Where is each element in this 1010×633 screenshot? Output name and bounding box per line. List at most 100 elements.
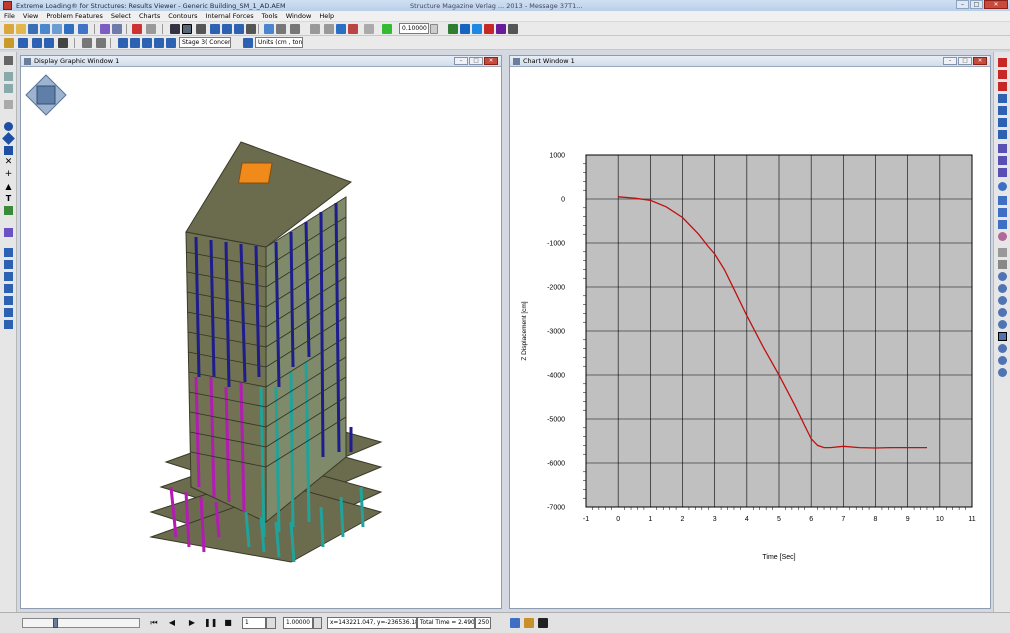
rotate-view-icon[interactable] <box>998 356 1007 365</box>
layer-2-icon[interactable] <box>4 260 13 269</box>
units-icon[interactable] <box>243 38 253 48</box>
layer-3-icon[interactable] <box>4 272 13 281</box>
globe-icon[interactable] <box>998 182 1007 191</box>
menu-file[interactable]: File <box>0 12 19 20</box>
displacement-chart[interactable]: -1 0 1 2 3 4 5 6 7 8 9 10 11 1000 0 -1000 -2000 -3000 -40… <box>510 67 990 607</box>
maximize-button[interactable]: □ <box>970 0 983 9</box>
menu-help[interactable]: Help <box>315 12 338 20</box>
element-view-icon[interactable] <box>32 38 42 48</box>
text-icon[interactable]: T <box>4 194 13 203</box>
layer-1-icon[interactable] <box>4 248 13 257</box>
triangle-icon[interactable]: ▲ <box>4 182 13 191</box>
pause-icon[interactable]: ❚❚ <box>204 617 217 629</box>
rotate-icon[interactable] <box>96 38 106 48</box>
link-icon[interactable] <box>310 24 320 34</box>
step-back-icon[interactable]: ◀ <box>166 617 178 629</box>
graphic-window-restore-button[interactable]: □ <box>469 57 483 65</box>
measure-icon[interactable] <box>264 24 274 34</box>
animation-icon[interactable] <box>146 24 156 34</box>
zoom-dynamic-icon[interactable] <box>998 220 1007 229</box>
save-icon[interactable] <box>28 24 38 34</box>
zoom-window-icon[interactable] <box>998 208 1007 217</box>
top-view-icon[interactable] <box>210 24 220 34</box>
red-cube-3-icon[interactable] <box>998 82 1007 91</box>
square-icon[interactable] <box>4 146 13 155</box>
chart-window-minimize-button[interactable]: – <box>943 57 957 65</box>
frame-spinner-icon[interactable] <box>266 617 276 629</box>
blue-cube-4-icon[interactable] <box>998 130 1007 139</box>
pan-icon[interactable] <box>998 248 1007 257</box>
close-button[interactable]: ✕ <box>984 0 1008 9</box>
speed-input[interactable]: 1.00000 <box>283 617 313 629</box>
menu-window[interactable]: Window <box>282 12 316 20</box>
check-icon[interactable] <box>382 24 392 34</box>
record-icon[interactable] <box>132 24 142 34</box>
hide-icon[interactable] <box>58 38 68 48</box>
value-spinner-icon[interactable] <box>430 24 438 34</box>
blue-cube-3-icon[interactable] <box>998 118 1007 127</box>
layer-4-icon[interactable] <box>4 284 13 293</box>
chain-icon[interactable] <box>324 24 334 34</box>
time-slider-thumb[interactable] <box>53 618 58 628</box>
zoom-out-icon[interactable] <box>998 284 1007 293</box>
chart-window-restore-button[interactable]: □ <box>958 57 972 65</box>
blue-cube-2-icon[interactable] <box>998 106 1007 115</box>
side-view-icon[interactable] <box>234 24 244 34</box>
zoom-box-icon[interactable] <box>998 332 1007 341</box>
menu-tools[interactable]: Tools <box>258 12 282 20</box>
render-icon[interactable] <box>472 24 482 34</box>
zoom-selected-icon[interactable] <box>998 320 1007 329</box>
front-view-icon[interactable] <box>222 24 232 34</box>
building-model-view[interactable] <box>21 67 501 607</box>
settings-icon[interactable] <box>290 24 300 34</box>
node-icon[interactable] <box>4 72 13 81</box>
stop-icon[interactable] <box>484 24 494 34</box>
element-icon[interactable] <box>4 84 13 93</box>
report-icon[interactable] <box>166 38 176 48</box>
view-dropdown-icon[interactable] <box>196 24 206 34</box>
menu-problem-features[interactable]: Problem Features <box>42 12 107 20</box>
hand-icon[interactable] <box>998 260 1007 269</box>
filter-icon[interactable] <box>998 144 1007 153</box>
diamond-icon[interactable] <box>2 132 15 145</box>
blue-cube-1-icon[interactable] <box>998 94 1007 103</box>
layers-icon[interactable] <box>364 24 374 34</box>
export-chart-icon[interactable] <box>510 618 520 628</box>
frame-input[interactable]: 1 <box>242 617 266 629</box>
units-select[interactable]: Units (cm , ton) <box>255 37 303 48</box>
open-model-icon[interactable] <box>4 38 14 48</box>
select-tool-icon[interactable] <box>112 24 122 34</box>
speed-spinner-icon[interactable] <box>313 617 322 629</box>
next-frame-icon[interactable] <box>538 618 548 628</box>
cross-icon[interactable]: ✕ <box>4 158 13 167</box>
run-icon[interactable] <box>448 24 458 34</box>
menu-select[interactable]: Select <box>107 12 135 20</box>
grid-icon[interactable] <box>118 38 128 48</box>
cube-icon[interactable] <box>508 24 518 34</box>
zoom-all-icon[interactable] <box>998 308 1007 317</box>
save-as-icon[interactable] <box>40 24 50 34</box>
new-file-icon[interactable] <box>4 24 14 34</box>
zoom-previous-icon[interactable] <box>998 296 1007 305</box>
stage-select[interactable]: Stage 3( Concentr <box>179 37 231 48</box>
menu-charts[interactable]: Charts <box>135 12 164 20</box>
circle-icon[interactable] <box>4 122 13 131</box>
minimize-button[interactable]: – <box>956 0 969 9</box>
select-arrow-icon[interactable] <box>4 56 13 65</box>
step-icon[interactable] <box>460 24 470 34</box>
pin-icon[interactable] <box>998 168 1007 177</box>
zoom-realtime-icon[interactable] <box>998 344 1007 353</box>
link-tool-icon[interactable] <box>4 228 13 237</box>
menu-internal-forces[interactable]: Internal Forces <box>202 12 258 20</box>
layer-5-icon[interactable] <box>4 296 13 305</box>
list-icon[interactable] <box>142 38 152 48</box>
print-icon[interactable] <box>52 24 62 34</box>
graphic-window-close-button[interactable]: ✕ <box>484 57 498 65</box>
graphic-window-minimize-button[interactable]: – <box>454 57 468 65</box>
skip-start-icon[interactable]: ⏮ <box>148 617 160 629</box>
red-cube-2-icon[interactable] <box>998 70 1007 79</box>
layer-7-icon[interactable] <box>4 320 13 329</box>
value-input[interactable]: 0.10000 <box>399 23 429 34</box>
spring-icon[interactable] <box>4 100 13 109</box>
undo-icon[interactable] <box>100 24 110 34</box>
